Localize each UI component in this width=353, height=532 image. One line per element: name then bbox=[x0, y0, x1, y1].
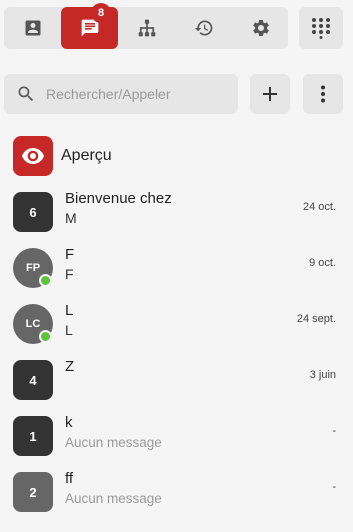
conversation-title: Bienvenue chez bbox=[65, 190, 172, 207]
conversation-row[interactable]: FP F F 9 oct. bbox=[0, 240, 353, 296]
conversation-date: 3 juin bbox=[309, 369, 336, 381]
conversation-row[interactable]: 6 Bienvenue chez M 24 oct. bbox=[0, 184, 353, 240]
conversation-preview: Aucun message bbox=[65, 435, 162, 450]
top-toolbar: 8 bbox=[0, 0, 353, 58]
conversation-preview: F bbox=[65, 266, 74, 282]
conversation-title: L bbox=[65, 302, 74, 319]
tab-organization[interactable] bbox=[118, 7, 175, 49]
conversation-preview: L bbox=[65, 322, 73, 338]
more-options-button[interactable] bbox=[303, 74, 343, 114]
contact-card-icon bbox=[25, 20, 40, 36]
conversation-row[interactable]: 1 k Aucun message - bbox=[0, 408, 353, 464]
conversation-title: Z bbox=[65, 358, 75, 375]
tab-history[interactable] bbox=[175, 7, 232, 49]
more-vertical-icon bbox=[321, 85, 325, 103]
avatar: 2 bbox=[13, 472, 53, 512]
online-status-dot bbox=[39, 330, 52, 343]
history-icon bbox=[194, 20, 212, 36]
dialpad-button[interactable] bbox=[299, 7, 343, 49]
dialpad-icon bbox=[312, 18, 330, 39]
eye-icon bbox=[22, 148, 44, 164]
preview-icon-tile bbox=[13, 136, 53, 176]
online-status-dot bbox=[39, 274, 52, 287]
search-box bbox=[4, 74, 238, 114]
conversation-date: - bbox=[332, 481, 336, 493]
conversation-date: 24 oct. bbox=[302, 201, 336, 213]
avatar: 6 bbox=[13, 192, 53, 232]
avatar: 1 bbox=[13, 416, 53, 456]
conversation-row[interactable]: LC L L 24 sept. bbox=[0, 296, 353, 352]
search-input[interactable] bbox=[46, 86, 226, 102]
conversation-title: ff bbox=[65, 470, 74, 487]
search-icon bbox=[18, 86, 34, 102]
gear-icon bbox=[252, 19, 269, 36]
conversation-title: k bbox=[65, 414, 73, 431]
conversation-preview: M bbox=[65, 210, 77, 226]
conversation-date: 24 sept. bbox=[296, 313, 336, 325]
tab-settings[interactable] bbox=[232, 7, 289, 49]
conversation-row[interactable]: 4 Z 3 juin bbox=[0, 352, 353, 408]
conversation-title: F bbox=[65, 246, 75, 263]
organization-badge: 8 bbox=[91, 3, 111, 23]
tab-contacts[interactable] bbox=[4, 7, 61, 49]
avatar: 4 bbox=[13, 360, 53, 400]
org-chart-icon bbox=[138, 19, 155, 37]
conversation-date: 9 oct. bbox=[309, 257, 336, 269]
conversation-preview: Aucun message bbox=[65, 491, 162, 506]
preview-label: Aperçu bbox=[61, 147, 112, 164]
conversation-row[interactable]: 2 ff Aucun message - bbox=[0, 464, 353, 520]
main-tab-group: 8 bbox=[4, 3, 289, 49]
preview-item[interactable]: Aperçu bbox=[13, 136, 343, 176]
add-button[interactable] bbox=[250, 74, 290, 114]
plus-icon bbox=[263, 87, 277, 101]
conversation-date: - bbox=[332, 425, 336, 437]
